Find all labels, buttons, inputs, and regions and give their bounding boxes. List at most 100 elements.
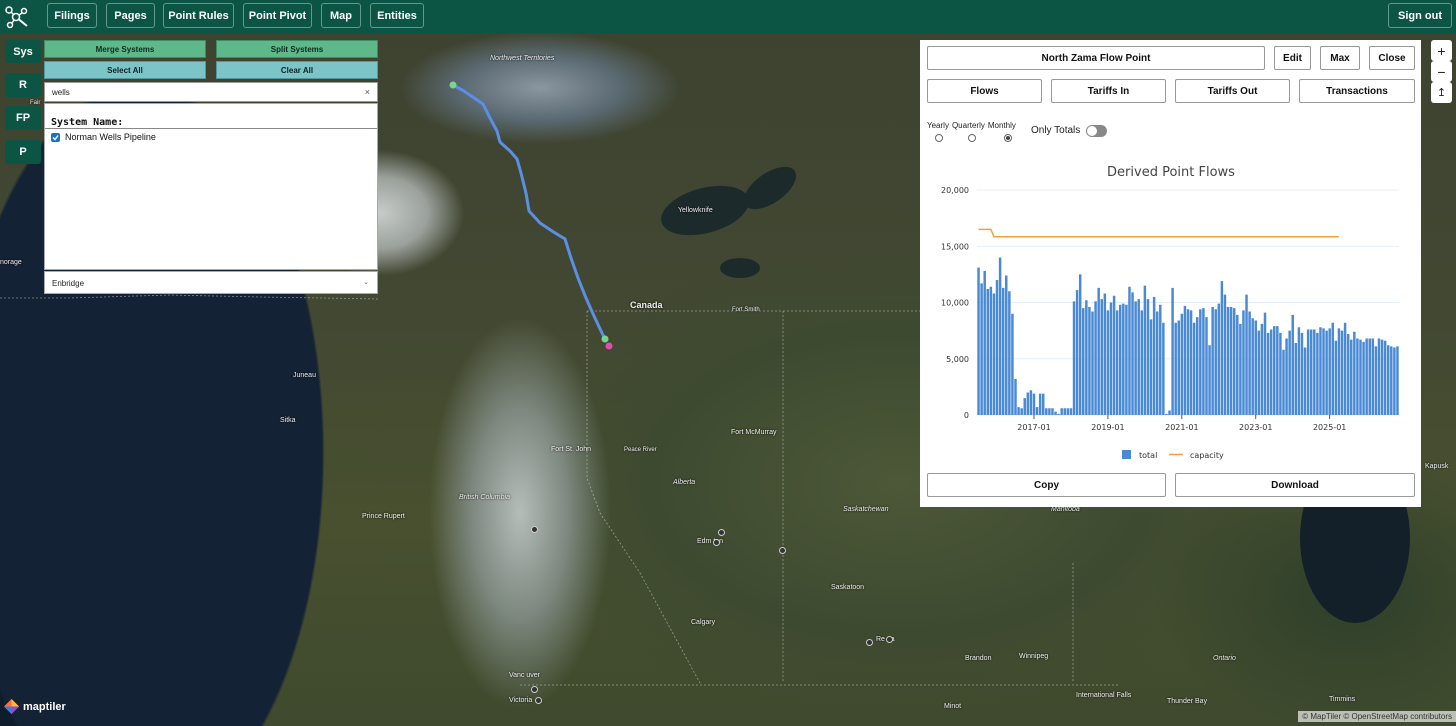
download-button[interactable]: Download <box>1175 473 1415 497</box>
bar <box>1072 301 1076 415</box>
map-label: Timmins <box>1329 696 1356 703</box>
sidebar-r-button[interactable]: R <box>5 73 41 97</box>
zoom-out-button[interactable]: − <box>1431 61 1452 82</box>
bar <box>1282 349 1285 415</box>
bar <box>1103 293 1107 415</box>
split-systems-button[interactable]: Split Systems <box>216 40 378 58</box>
bar <box>1306 329 1310 415</box>
tab-tariffs-in[interactable]: Tariffs In <box>1051 79 1166 103</box>
maptiler-logo[interactable]: maptiler <box>4 699 66 714</box>
map-attribution[interactable]: © MapTiler © OpenStreetMap contributors <box>1298 711 1456 722</box>
map-label: Thunder Bay <box>1167 698 1208 705</box>
bar <box>1236 314 1239 415</box>
edit-button[interactable]: Edit <box>1274 46 1311 70</box>
nav-filings[interactable]: Filings <box>47 3 97 28</box>
bar <box>1220 281 1224 415</box>
clear-search-icon[interactable]: × <box>365 87 370 97</box>
bar <box>1026 392 1030 415</box>
flow-point-panel: North Zama Flow Point Edit Max Close Flo… <box>920 40 1421 507</box>
bar <box>1112 295 1116 415</box>
bar <box>1143 285 1147 415</box>
bar <box>1100 299 1103 415</box>
bar <box>992 293 996 415</box>
sign-out-button[interactable]: Sign out <box>1388 3 1452 28</box>
map-label: Winnipeg <box>1019 653 1049 660</box>
legend-capacity-label: capacity <box>1190 451 1224 460</box>
bar <box>1057 413 1060 415</box>
city-marker <box>718 529 725 536</box>
bar <box>998 257 1002 415</box>
compass-reset-button[interactable]: ↥ <box>1431 82 1452 103</box>
system-search-input[interactable]: wells × <box>44 82 378 102</box>
city-marker <box>531 686 538 693</box>
map-label: International Falls <box>1076 692 1132 699</box>
only-totals-toggle[interactable] <box>1086 125 1107 137</box>
sidebar-fp-button[interactable]: FP <box>5 106 41 130</box>
operator-select[interactable]: Enbridge ⌄ <box>44 271 378 294</box>
map-label: Victoria <box>509 697 533 704</box>
close-button[interactable]: Close <box>1369 46 1415 70</box>
period-monthly-radio[interactable] <box>1004 134 1012 142</box>
period-yearly-radio[interactable] <box>935 134 943 142</box>
bar <box>1229 307 1233 415</box>
map-label: Saskatoon <box>831 584 865 591</box>
bar <box>1211 307 1214 415</box>
flow-chart[interactable]: Derived Point Flows 0 5,000 10,000 15,000 20… <box>920 155 1421 485</box>
bar <box>1334 340 1338 415</box>
sidebar-p-button[interactable]: P <box>5 140 41 164</box>
map-label: British Columbia <box>459 494 510 501</box>
select-all-button[interactable]: Select All <box>44 61 206 79</box>
bar <box>1346 334 1350 415</box>
tab-transactions[interactable]: Transactions <box>1299 79 1415 103</box>
bar <box>1045 408 1048 415</box>
list-item[interactable]: Norman Wells Pipeline <box>45 129 377 145</box>
pipeline-route <box>452 83 608 342</box>
checkbox-checked-icon[interactable] <box>51 132 60 142</box>
bar <box>1319 327 1322 415</box>
nav-point-rules[interactable]: Point Rules <box>163 3 234 28</box>
bar <box>1146 299 1150 415</box>
map-label: Calgary <box>691 619 716 626</box>
bar <box>1242 310 1245 415</box>
nav-map[interactable]: Map <box>321 3 361 28</box>
max-button[interactable]: Max <box>1320 46 1360 70</box>
bar <box>1097 287 1100 415</box>
x-tick-label: 2023-01 <box>1239 423 1272 432</box>
bar <box>1325 330 1328 415</box>
bar <box>1263 312 1267 415</box>
bar <box>1066 408 1070 415</box>
bar <box>1291 314 1294 415</box>
app-logo-icon[interactable] <box>4 4 30 30</box>
x-tick-label: 2019-01 <box>1091 423 1124 432</box>
tab-flows[interactable]: Flows <box>927 79 1042 103</box>
bar <box>980 283 983 415</box>
nav-pages[interactable]: Pages <box>106 3 155 28</box>
bar <box>1152 296 1156 415</box>
bar <box>1273 326 1276 415</box>
bar <box>1174 322 1177 415</box>
nav-point-pivot[interactable]: Point Pivot <box>243 3 312 28</box>
bar <box>1029 390 1033 415</box>
bar <box>1269 329 1273 415</box>
bar <box>1377 338 1381 415</box>
bar <box>1340 330 1344 415</box>
sidebar-sys-button[interactable]: Sys <box>5 40 41 63</box>
period-quarterly-radio[interactable] <box>968 134 976 142</box>
bar <box>1159 304 1162 415</box>
bar <box>1245 294 1248 415</box>
bar <box>1257 330 1261 415</box>
selected-point <box>605 342 613 350</box>
bar <box>1165 413 1168 415</box>
tab-tariffs-out[interactable]: Tariffs Out <box>1175 79 1290 103</box>
nav-entities[interactable]: Entities <box>370 3 424 28</box>
clear-all-button[interactable]: Clear All <box>216 61 378 79</box>
bar <box>1260 323 1264 415</box>
merge-systems-button[interactable]: Merge Systems <box>44 40 206 58</box>
bar <box>1125 304 1128 415</box>
bar <box>1205 317 1208 415</box>
zoom-in-button[interactable]: + <box>1431 40 1452 61</box>
maptiler-icon <box>4 699 19 714</box>
copy-button[interactable]: Copy <box>927 473 1166 497</box>
y-tick-label: 10,000 <box>941 299 969 308</box>
system-list: System Name: Norman Wells Pipeline <box>44 103 378 270</box>
